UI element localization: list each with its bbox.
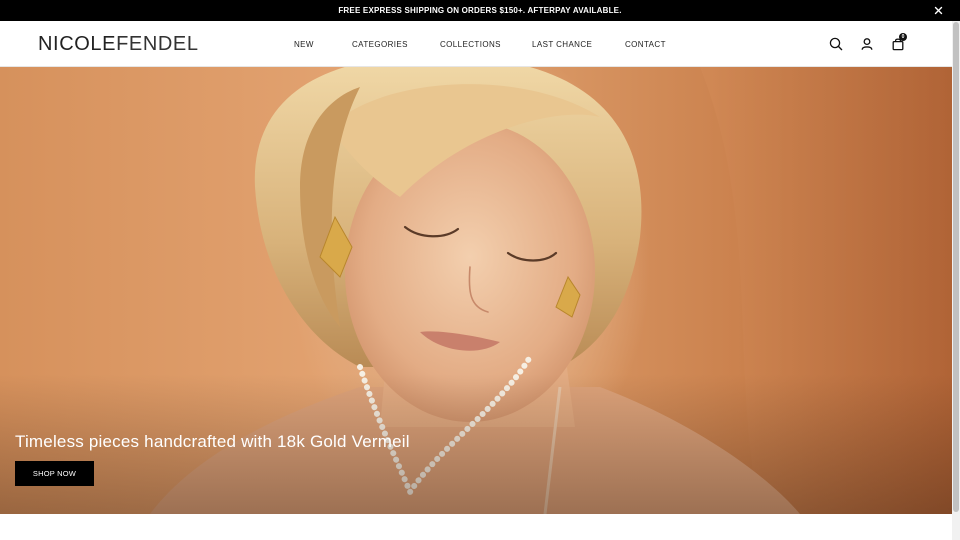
nav-item-last-chance[interactable]: LAST CHANCE bbox=[532, 40, 592, 49]
nav-item-categories[interactable]: CATEGORIES bbox=[352, 40, 408, 49]
nav-item-new[interactable]: NEW bbox=[294, 40, 314, 49]
hero-banner[interactable]: Timeless pieces handcrafted with 18k Gol… bbox=[0, 67, 952, 514]
site-header: NICOLEFENDEL NEW CATEGORIES COLLECTIONS … bbox=[0, 21, 952, 67]
cart-count-badge: 0 bbox=[899, 33, 907, 41]
close-icon[interactable] bbox=[932, 4, 945, 17]
main-nav: NEW CATEGORIES COLLECTIONS LAST CHANCE C… bbox=[0, 21, 952, 67]
shop-now-button[interactable]: SHOP NOW bbox=[15, 461, 94, 486]
announcement-bar: FREE EXPRESS SHIPPING ON ORDERS $150+. A… bbox=[0, 0, 960, 21]
account-icon[interactable] bbox=[859, 36, 875, 52]
nav-item-contact[interactable]: CONTACT bbox=[625, 40, 666, 49]
hero-title: Timeless pieces handcrafted with 18k Gol… bbox=[15, 432, 410, 451]
nav-item-collections[interactable]: COLLECTIONS bbox=[440, 40, 501, 49]
scrollbar-thumb[interactable] bbox=[953, 22, 959, 512]
announcement-text: FREE EXPRESS SHIPPING ON ORDERS $150+. A… bbox=[338, 6, 622, 15]
search-icon[interactable] bbox=[828, 36, 844, 52]
